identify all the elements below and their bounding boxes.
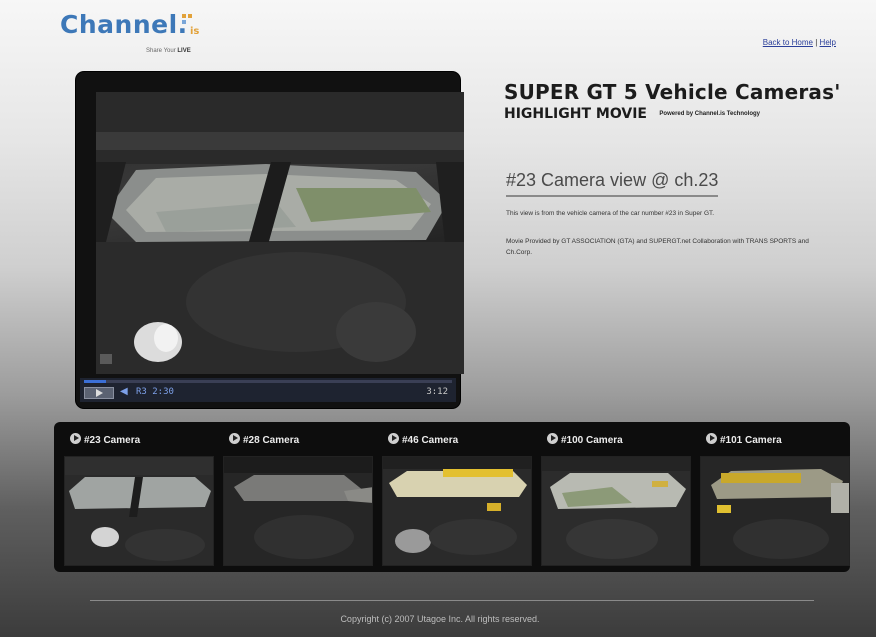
- headline-subtitle-row: HIGHLIGHT MOVIE Powered by Channel.is Te…: [504, 105, 864, 123]
- help-link[interactable]: Help: [820, 38, 836, 47]
- svg-text:is: is: [190, 26, 199, 37]
- thumbnail-label: #46 Camera: [388, 433, 458, 446]
- thumbnail-label-text: #28 Camera: [243, 435, 300, 446]
- headline-subtitle: HIGHLIGHT MOVIE: [504, 106, 647, 122]
- thumbnail-camera-46[interactable]: #46 Camera: [378, 422, 538, 572]
- link-separator: |: [815, 38, 818, 47]
- progress-bar[interactable]: [84, 380, 452, 383]
- logo-tagline-prefix: Share Your: [146, 48, 176, 54]
- thumbnail-camera-101[interactable]: #101 Camera: [696, 422, 856, 572]
- thumbnail-camera-23[interactable]: #23 Camera: [60, 422, 220, 572]
- current-time: R3 2:30: [136, 387, 174, 397]
- player-controls: ◀ R3 2:30 3:12: [80, 378, 456, 402]
- thumbnail-label-text: #23 Camera: [84, 435, 141, 446]
- thumbnail-label: #100 Camera: [547, 433, 623, 446]
- logo-word: Channel.: [60, 10, 188, 39]
- camera-view-title: #23 Camera view @ ch.23: [506, 170, 719, 197]
- channel-logo[interactable]: Channel. is Share Your LIVE: [60, 10, 210, 60]
- in-car-camera-image: [96, 92, 464, 374]
- thumbnail-image: [64, 456, 214, 566]
- video-player: ◀ R3 2:30 3:12: [76, 72, 464, 408]
- thumbnail-label-text: #46 Camera: [402, 435, 459, 446]
- page-frame: Channel. is Share Your LIVE Back to Home…: [8, 0, 872, 637]
- video-frame[interactable]: [96, 92, 464, 374]
- thumbnail-camera-28[interactable]: #28 Camera: [219, 422, 379, 572]
- headline-title: SUPER GT 5 Vehicle Cameras': [504, 80, 841, 104]
- thumbnail-image: [700, 456, 850, 566]
- play-circle-icon: [229, 433, 240, 444]
- powered-by: Powered by Channel.is Technology: [659, 111, 760, 117]
- headline: SUPER GT 5 Vehicle Cameras' HIGHLIGHT MO…: [504, 80, 864, 123]
- thumbnail-label: #23 Camera: [70, 433, 140, 446]
- thumbnail-label: #28 Camera: [229, 433, 299, 446]
- thumbnail-label-text: #101 Camera: [720, 435, 782, 446]
- camera-view-credits: Movie Provided by GT ASSOCIATION (GTA) a…: [506, 238, 809, 256]
- play-circle-icon: [547, 433, 558, 444]
- volume-icon[interactable]: ◀: [120, 387, 132, 397]
- footer-divider: [90, 600, 814, 601]
- logo-mark-icon: is: [182, 14, 199, 37]
- thumbnail-image: [541, 456, 691, 566]
- thumbnail-label-text: #100 Camera: [561, 435, 623, 446]
- copyright-text: Copyright (c) 2007 Utagoe Inc. All right…: [340, 614, 540, 624]
- logo-tagline-bold: LIVE: [177, 48, 191, 54]
- play-circle-icon: [706, 433, 717, 444]
- top-links: Back to Home | Help: [763, 38, 836, 47]
- camera-thumbnail-strip: #23 Camera #28 Camera #46 Camera #100 Ca…: [54, 422, 850, 572]
- progress-fill: [84, 380, 107, 383]
- logo-tagline: Share Your LIVE: [146, 48, 191, 54]
- camera-view-description: This view is from the vehicle camera of …: [506, 210, 715, 217]
- thumbnail-label: #101 Camera: [706, 433, 782, 446]
- thumbnail-image: [223, 456, 373, 566]
- back-to-home-link[interactable]: Back to Home: [763, 38, 813, 47]
- play-button[interactable]: [84, 387, 114, 399]
- play-circle-icon: [70, 433, 81, 444]
- play-circle-icon: [388, 433, 399, 444]
- total-time: 3:12: [426, 387, 448, 397]
- thumbnail-image: [382, 456, 532, 566]
- thumbnail-camera-100[interactable]: #100 Camera: [537, 422, 697, 572]
